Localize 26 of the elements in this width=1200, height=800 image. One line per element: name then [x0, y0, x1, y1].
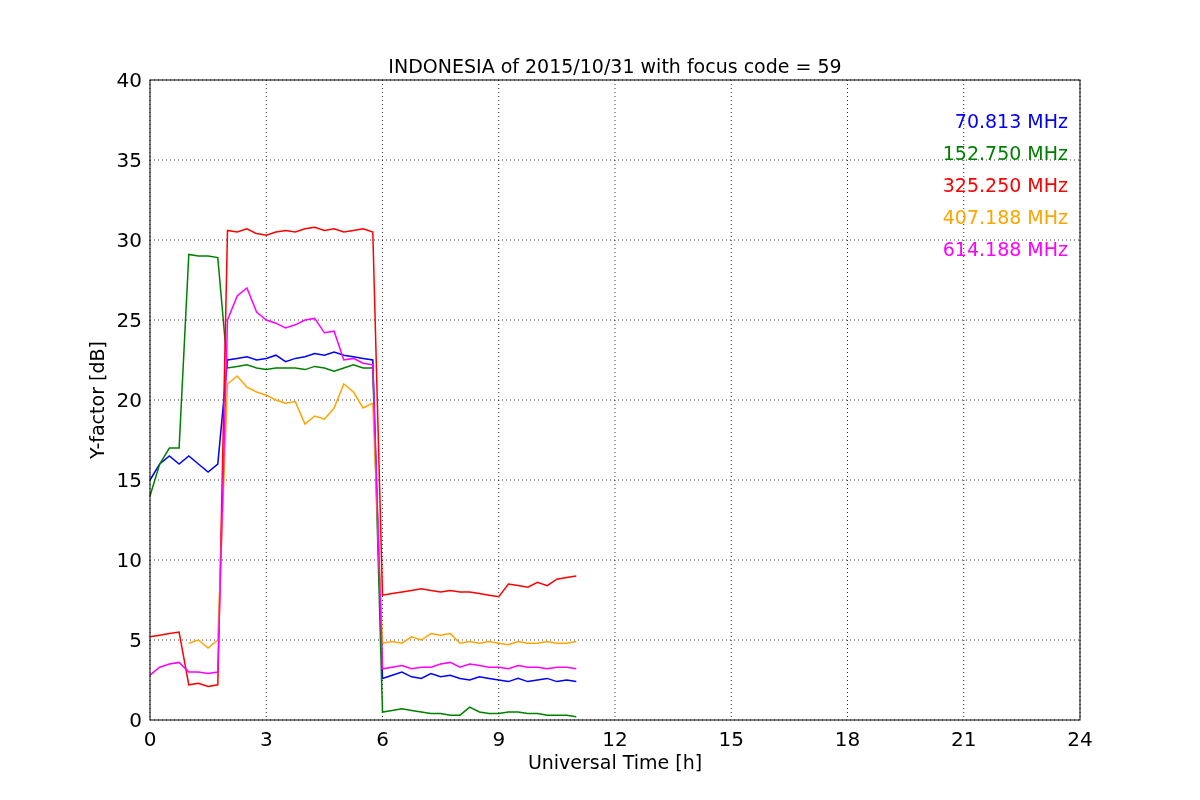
legend-label: 70.813 MHz [954, 110, 1068, 132]
tick-label: 6 [376, 727, 389, 751]
tick-label: 30 [116, 228, 142, 252]
tick-label: 24 [1067, 727, 1093, 751]
tick-label: 12 [602, 727, 628, 751]
tick-label: 35 [116, 148, 142, 172]
axis-label: Y-factor [dB] [86, 341, 108, 459]
legend-label: 407.188 MHz [942, 206, 1068, 228]
tick-label: 25 [116, 308, 142, 332]
legend-label: 325.250 MHz [942, 174, 1068, 196]
tick-label: 20 [116, 388, 142, 412]
tick-label: 9 [492, 727, 506, 751]
tick-label: 3 [259, 727, 273, 751]
tick-label: 0 [143, 727, 157, 751]
tick-label: 10 [116, 548, 142, 572]
tick-label: 18 [834, 727, 861, 751]
legend-label: 614.188 MHz [942, 238, 1068, 260]
tick-label: 21 [951, 727, 977, 751]
legend-label: 152.750 MHz [942, 142, 1068, 164]
axis-label: Universal Time [h] [527, 751, 703, 773]
tick-label: 15 [116, 468, 142, 492]
tick-label: 15 [718, 727, 744, 751]
tick-label: 40 [116, 68, 142, 92]
tick-label: 5 [129, 628, 142, 652]
chart-title: INDONESIA of 2015/10/31 with focus code = 59 [388, 55, 842, 77]
tick-label: 0 [129, 708, 142, 732]
